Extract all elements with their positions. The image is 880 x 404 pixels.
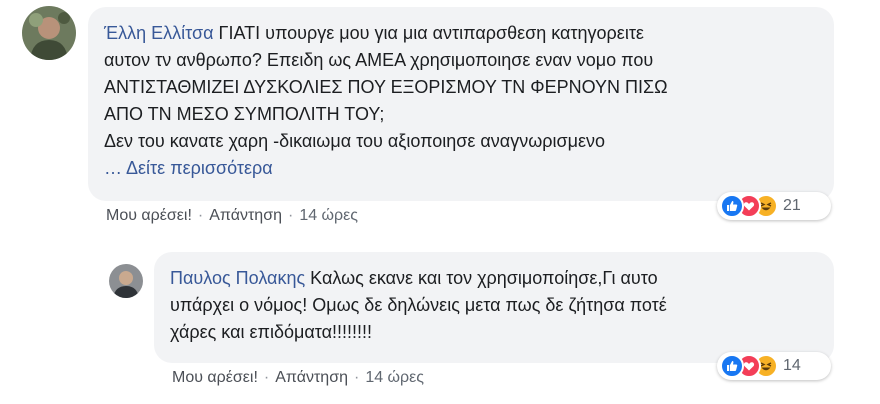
like-icon [720,194,744,218]
reactions-summary[interactable]: 14 [717,352,831,380]
reply-line: Καλως εκανε και τον χρησιμοποίησε,Γι αυτ… [310,268,658,288]
comment-text: Έλλη Ελλίτσα ΓΙΑΤΙ υπουργε μου για μια α… [104,20,818,182]
reply-text: Παυλος Πολακης Καλως εκανε και τον χρησι… [170,265,818,346]
comment-line: Δεν του κανατε χαρη -δικαιωμα του αξιοπο… [104,131,606,151]
like-button[interactable]: Μου αρέσει! [106,207,192,224]
separator: · [263,369,270,386]
see-more-link[interactable]: … Δείτε περισσότερα [104,155,818,182]
comment-line: ΑΠΟ ΤΝ ΜΕΣΟ ΣΥΜΠΟΛΙΤΗ ΤΟΥ; [104,104,385,124]
reply-actions: Μου αρέσει! · Απάντηση · 14 ώρες [172,369,424,387]
reaction-count: 14 [783,357,801,374]
comment-line: ΓΙΑΤΙ υπουργε μου για μια αντιπαρσθεση κ… [218,23,644,43]
comment-line: ΑΝΤΙΣΤΑΘΜΙΖΕΙ ΔΥΣΚΟΛΙΕΣ ΠΟΥ ΕΞΟΡΙΣΜΟΥ ΤΝ… [104,77,668,97]
avatar[interactable] [109,264,143,298]
separator: · [287,207,294,224]
avatar[interactable] [22,6,76,60]
separator: · [197,207,204,224]
comment-author[interactable]: Έλλη Ελλίτσα [104,23,214,43]
reply-line: χάρες και επιδόματα!!!!!!!! [170,322,373,342]
like-button[interactable]: Μου αρέσει! [172,369,258,386]
reaction-count: 21 [783,197,801,214]
separator: · [353,369,360,386]
like-icon [720,354,744,378]
timestamp[interactable]: 14 ώρες [365,369,424,386]
comment-actions: Μου αρέσει! · Απάντηση · 14 ώρες [106,207,358,225]
reply-line: υπάρχει ο νόμος! Ομως δε δηλώνεις μετα π… [170,295,667,315]
reply-bubble: Παυλος Πολακης Καλως εκανε και τον χρησι… [154,252,834,363]
reactions-summary[interactable]: 21 [717,192,831,220]
timestamp[interactable]: 14 ώρες [299,207,358,224]
comment-bubble: Έλλη Ελλίτσα ΓΙΑΤΙ υπουργε μου για μια α… [88,7,834,201]
reply-button[interactable]: Απάντηση [275,369,348,386]
comment-line: αυτον τν ανθρωπο? Επειδη ως ΑΜΕΑ χρησιμο… [104,50,654,70]
reply-button[interactable]: Απάντηση [209,207,282,224]
reply-author[interactable]: Παυλος Πολακης [170,268,305,288]
